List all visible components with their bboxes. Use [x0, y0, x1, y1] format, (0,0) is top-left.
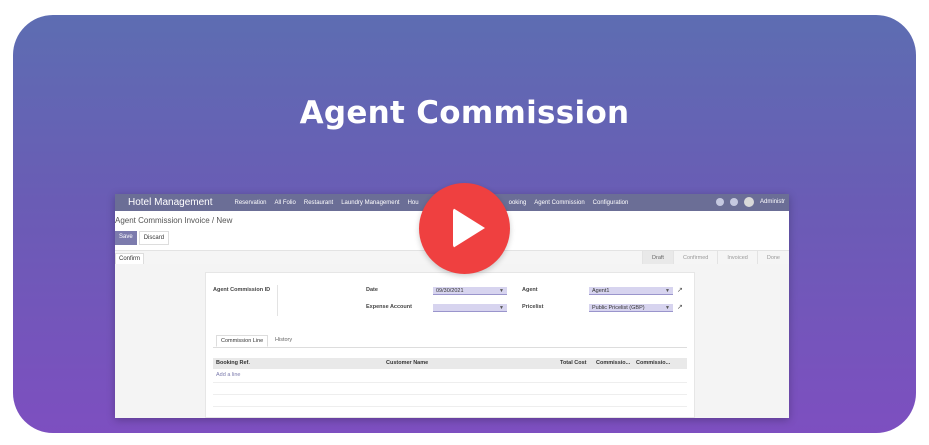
caret-down-icon: ▼	[499, 305, 504, 311]
play-button[interactable]	[419, 183, 510, 274]
table-row	[213, 382, 687, 383]
notebook-tabs: Commission Line History	[213, 333, 687, 348]
avatar[interactable]	[743, 197, 754, 207]
pricelist-label: Pricelist	[522, 304, 544, 310]
banner-title: Agent Commission	[299, 95, 630, 131]
play-icon	[453, 208, 485, 248]
chat-icon[interactable]	[715, 198, 724, 206]
form-sheet: Agent Commission ID Date 09/30/2021 ▼ Ex…	[205, 272, 695, 418]
form-background: Agent Commission ID Date 09/30/2021 ▼ Ex…	[115, 264, 789, 418]
menu-all-folio[interactable]: All Folio	[275, 200, 296, 206]
app-brand[interactable]: Hotel Management	[128, 197, 213, 208]
menu-restaurant[interactable]: Restaurant	[304, 200, 333, 206]
divider	[277, 285, 278, 316]
date-field[interactable]: 09/30/2021 ▼	[433, 287, 507, 295]
tab-commission-line[interactable]: Commission Line	[216, 335, 269, 347]
agent-field[interactable]: Agent1 ▼	[589, 287, 673, 295]
stage-done[interactable]: Done	[756, 251, 789, 265]
menu-agent-commission[interactable]: Agent Commission	[534, 200, 584, 206]
caret-down-icon: ▼	[665, 288, 670, 294]
navbar-right: Administr	[715, 197, 785, 207]
tab-history[interactable]: History	[271, 335, 296, 345]
table-row	[213, 394, 687, 395]
stage-invoiced[interactable]: Invoiced	[717, 251, 757, 265]
user-name[interactable]: Administr	[760, 199, 785, 205]
col-customer-name[interactable]: Customer Name	[386, 360, 428, 366]
caret-down-icon: ▼	[665, 305, 670, 311]
add-line-link[interactable]: Add a line	[216, 372, 240, 378]
expense-account-label: Expense Account	[366, 304, 412, 310]
col-commission-1[interactable]: Commissio...	[596, 360, 630, 366]
stage-list: Draft Confirmed Invoiced Done	[642, 251, 789, 265]
agent-label: Agent	[522, 287, 538, 293]
commission-id-label: Agent Commission ID	[213, 287, 271, 293]
expense-account-field[interactable]: ▼	[433, 304, 507, 312]
table-row	[213, 406, 687, 407]
menu-housekeeping[interactable]: Hou	[408, 200, 419, 206]
menu-booking[interactable]: ooking	[509, 200, 527, 206]
col-booking-ref[interactable]: Booking Ref.	[216, 360, 250, 366]
agent-value: Agent1	[592, 288, 610, 294]
col-total-cost[interactable]: Total Cost	[560, 360, 586, 366]
menu-laundry[interactable]: Laundry Management	[341, 200, 399, 206]
pricelist-field[interactable]: Public Pricelist (GBP) ▼	[589, 304, 673, 312]
stage-draft[interactable]: Draft	[642, 251, 673, 265]
col-commission-2[interactable]: Commissio...	[636, 360, 670, 366]
pricelist-value: Public Pricelist (GBP)	[592, 305, 645, 311]
date-value: 09/30/2021	[436, 288, 464, 294]
external-link-icon[interactable]: ↗	[677, 303, 683, 311]
activity-icon[interactable]	[729, 198, 738, 206]
menu-reservation[interactable]: Reservation	[235, 200, 267, 206]
caret-down-icon: ▼	[499, 288, 504, 294]
discard-button[interactable]: Discard	[138, 231, 170, 245]
table-header: Booking Ref. Customer Name Total Cost Co…	[213, 358, 687, 369]
external-link-icon[interactable]: ↗	[677, 286, 683, 294]
date-label: Date	[366, 287, 378, 293]
stage-confirmed[interactable]: Confirmed	[672, 251, 717, 265]
save-button[interactable]: Save	[115, 231, 137, 245]
menu-configuration[interactable]: Configuration	[593, 200, 629, 206]
